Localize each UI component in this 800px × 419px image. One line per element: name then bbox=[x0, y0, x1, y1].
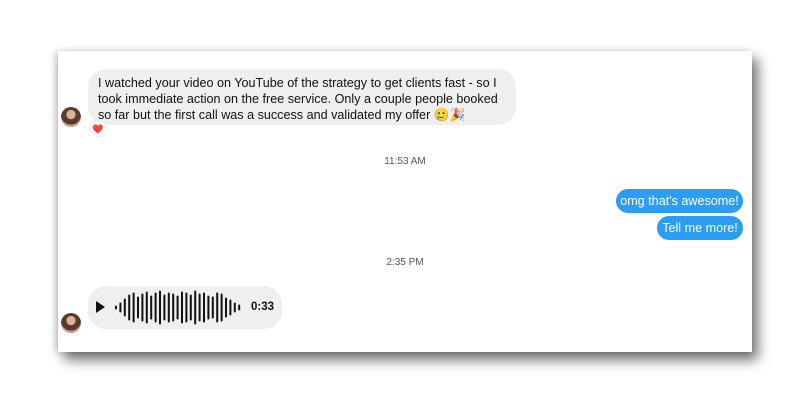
waveform-bar bbox=[225, 297, 227, 318]
waveform-bar bbox=[132, 292, 135, 323]
waveform-bar bbox=[172, 293, 175, 322]
waveform-bar bbox=[194, 290, 197, 325]
incoming-message[interactable]: I watched your video on YouTube of the s… bbox=[88, 69, 516, 125]
waveform-bar bbox=[229, 299, 232, 316]
waveform-bar bbox=[154, 292, 157, 323]
voice-message[interactable]: 0:33 bbox=[88, 286, 282, 329]
play-icon[interactable] bbox=[96, 301, 105, 313]
avatar[interactable] bbox=[61, 313, 81, 333]
waveform-bar bbox=[123, 298, 126, 317]
waveform-bar bbox=[233, 302, 236, 313]
waveform-bar bbox=[137, 296, 139, 319]
waveform-bar bbox=[220, 293, 223, 322]
waveform-bar bbox=[189, 294, 192, 321]
waveform-bar bbox=[159, 290, 161, 325]
waveform-bar bbox=[119, 302, 122, 313]
waveform-bar bbox=[128, 294, 131, 321]
waveform-bar bbox=[216, 292, 219, 323]
waveform-bar bbox=[207, 295, 210, 320]
waveform-bar bbox=[150, 295, 153, 320]
message-text: I watched your video on YouTube of the s… bbox=[98, 76, 498, 122]
waveform-bar bbox=[238, 304, 241, 311]
waveform-bar bbox=[145, 291, 148, 324]
voice-duration: 0:33 bbox=[251, 301, 275, 313]
waveform-bar bbox=[211, 296, 214, 319]
waveform-bar bbox=[167, 292, 170, 323]
timestamp: 11:53 AM bbox=[384, 156, 426, 167]
waveform-bar bbox=[176, 295, 179, 320]
waveform-bar bbox=[203, 292, 205, 323]
waveform[interactable] bbox=[112, 286, 267, 329]
outgoing-message[interactable]: Tell me more! bbox=[657, 216, 743, 240]
waveform-bar bbox=[115, 305, 117, 310]
waveform-bar bbox=[163, 294, 166, 321]
waveform-bar bbox=[185, 292, 188, 323]
waveform-bar bbox=[181, 291, 183, 324]
waveform-bar bbox=[198, 293, 201, 322]
timestamp: 2:35 PM bbox=[386, 257, 424, 268]
outgoing-message[interactable]: omg that's awesome! bbox=[616, 189, 743, 213]
waveform-bar bbox=[141, 293, 144, 322]
heart-reaction-icon[interactable]: ❤️ bbox=[90, 122, 106, 136]
chat-window: I watched your video on YouTube of the s… bbox=[58, 51, 752, 352]
avatar[interactable] bbox=[61, 107, 81, 127]
